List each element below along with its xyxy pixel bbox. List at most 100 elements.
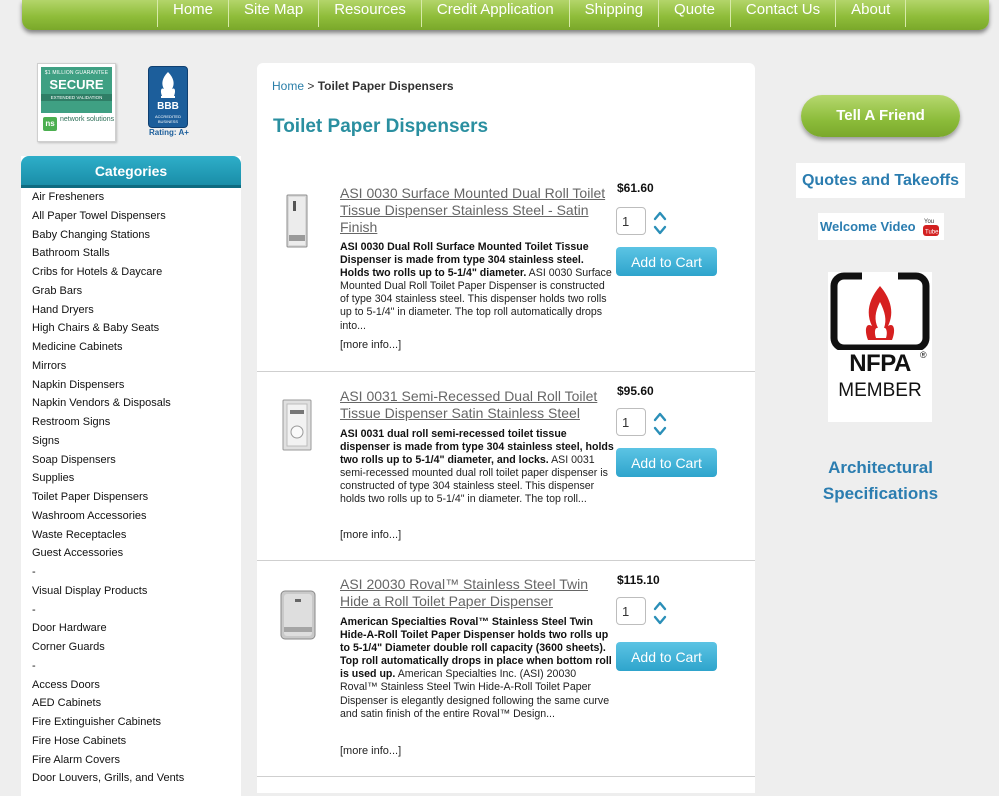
top-nav-items: Home Site Map Resources Credit Applicati… [157,0,907,27]
quantity-spinner-icon[interactable] [653,411,667,437]
category-item[interactable]: Hand Dryers [32,304,241,323]
add-to-cart-button[interactable]: Add to Cart [616,642,717,671]
category-item[interactable]: Napkin Dispensers [32,379,241,398]
category-item[interactable]: Signs [32,435,241,454]
arch-line-1: Architectural [828,458,933,477]
nfpa-registered-mark: ® [920,350,927,360]
welcome-video-label: Welcome Video [820,219,916,234]
nav-site-map[interactable]: Site Map [228,0,318,27]
network-solutions-logo-icon: ns [43,117,57,131]
welcome-video-link[interactable]: Welcome Video You Tube [818,213,944,240]
product-title-link[interactable]: ASI 20030 Roval™ Stainless Steel Twin Hi… [340,576,612,610]
svg-text:Tube: Tube [925,230,939,236]
more-info-link[interactable]: [more info...] [340,339,401,351]
bbb-rating: Rating: A+ [149,128,189,137]
category-separator: - [32,659,36,672]
nav-contact-us[interactable]: Contact Us [729,0,835,27]
more-info-link[interactable]: [more info...] [340,745,401,757]
architectural-specifications-link[interactable]: Architectural Specifications [796,455,965,507]
dispenser-recessed-thumbnail-icon[interactable] [279,398,315,454]
breadcrumb-current: Toilet Paper Dispensers [317,79,454,93]
category-item[interactable]: Supplies [32,472,241,491]
product-divider [257,776,755,777]
product-price: $115.10 [617,573,660,587]
product-item: ASI 20030 Roval™ Stainless Steel Twin Hi… [257,561,755,777]
category-item[interactable]: Fire Extinguisher Cabinets [32,716,241,735]
product-description: ASI 0030 Dual Roll Surface Mounted Toile… [340,241,615,333]
dispenser-surface-thumbnail-icon[interactable] [279,193,315,249]
category-item[interactable]: Door Louvers, Grills, and Vents [32,772,241,791]
category-item[interactable]: Washroom Accessories [32,510,241,529]
nav-home[interactable]: Home [157,0,228,27]
secure-guarantee-text: $1 MILLION GUARANTEE [44,70,109,76]
more-info-link[interactable]: [more info...] [340,529,401,541]
bbb-seal: BBB ACCREDITED BUSINESS [148,66,188,128]
nav-about[interactable]: About [835,0,907,27]
breadcrumb-separator: > [307,79,315,93]
arch-line-2: Specifications [822,484,939,503]
nav-quote[interactable]: Quote [658,0,730,27]
category-item[interactable]: Guest Accessories [32,547,241,566]
breadcrumb: Home > Toilet Paper Dispensers [272,79,454,93]
category-item[interactable]: Air Fresheners [32,191,241,210]
product-item: ASI 0030 Surface Mounted Dual Roll Toile… [257,169,755,372]
nfpa-member-logo[interactable]: NFPA ® MEMBER [828,272,932,422]
secure-seal-top: $1 MILLION GUARANTEE SECURE EXTENDED VAL… [41,67,112,113]
category-item[interactable]: Fire Alarm Covers [32,754,241,773]
nav-resources[interactable]: Resources [318,0,421,27]
category-item[interactable]: Toilet Paper Dispensers [32,491,241,510]
bbb-flame-icon [160,72,176,98]
quantity-input[interactable] [616,207,646,235]
category-item[interactable]: Medicine Cabinets [32,341,241,360]
quantity-input[interactable] [616,408,646,436]
svg-text:You: You [924,219,934,225]
category-item[interactable]: Access Doors [32,679,241,698]
category-item[interactable]: Corner Guards [32,641,241,660]
category-separator: - [32,566,36,578]
category-item[interactable]: Cribs for Hotels & Daycare [32,266,241,285]
nav-shipping[interactable]: Shipping [568,0,658,27]
nav-credit-application[interactable]: Credit Application [420,0,569,27]
top-nav-bar: Home Site Map Resources Credit Applicati… [22,0,989,30]
product-title-link[interactable]: ASI 0031 Semi-Recessed Dual Roll Toilet … [340,388,612,422]
quotes-and-takeoffs-link[interactable]: Quotes and Takeoffs [796,163,965,198]
category-item[interactable]: Soap Dispensers [32,454,241,473]
dispenser-twin-thumbnail-icon[interactable] [277,587,319,643]
category-item[interactable]: AED Cabinets [32,697,241,716]
category-item[interactable]: Grab Bars [32,285,241,304]
product-description: ASI 0031 dual roll semi-recessed toilet … [340,428,615,507]
product-price: $61.60 [617,181,654,195]
category-item[interactable]: All Paper Towel Dispensers [32,210,241,229]
secure-title: SECURE [49,77,104,92]
secure-subtitle: EXTENDED VALIDATION [41,94,112,101]
product-description: American Specialties Roval™ Stainless St… [340,616,615,721]
category-item[interactable]: Restroom Signs [32,416,241,435]
quantity-input[interactable] [616,597,646,625]
category-item[interactable]: Napkin Vendors & Disposals [32,397,241,416]
categories-list: Air Fresheners All Paper Towel Dispenser… [21,191,241,791]
category-item[interactable]: Visual Display Products [32,585,241,604]
bbb-title: BBB [157,101,179,112]
breadcrumb-home-link[interactable]: Home [272,79,304,93]
tell-a-friend-button[interactable]: Tell A Friend [801,95,960,137]
nfpa-member-text: MEMBER [838,380,922,401]
secure-seal-badge[interactable]: $1 MILLION GUARANTEE SECURE EXTENDED VAL… [37,63,116,142]
category-item[interactable]: High Chairs & Baby Seats [32,322,241,341]
product-title-link[interactable]: ASI 0030 Surface Mounted Dual Roll Toile… [340,185,612,236]
category-item[interactable]: Waste Receptacles [32,529,241,548]
category-item[interactable]: Bathroom Stalls [32,247,241,266]
category-item[interactable]: Fire Hose Cabinets [32,735,241,754]
quantity-spinner-icon[interactable] [653,600,667,626]
category-item[interactable]: Mirrors [32,360,241,379]
category-item[interactable]: Door Hardware [32,622,241,641]
nfpa-flame-icon [830,272,930,350]
quantity-spinner-icon[interactable] [653,210,667,236]
secure-vendor-text: network solutions [60,116,115,123]
bbb-accredited-text: ACCREDITED BUSINESS [154,114,181,124]
main-content: Home > Toilet Paper Dispensers Toilet Pa… [257,63,755,793]
add-to-cart-button[interactable]: Add to Cart [616,448,717,477]
categories-sidebar: Categories Air Fresheners All Paper Towe… [21,156,241,796]
category-item[interactable]: Baby Changing Stations [32,229,241,248]
add-to-cart-button[interactable]: Add to Cart [616,247,717,276]
bbb-badge[interactable]: BBB ACCREDITED BUSINESS Rating: A+ [146,66,190,140]
